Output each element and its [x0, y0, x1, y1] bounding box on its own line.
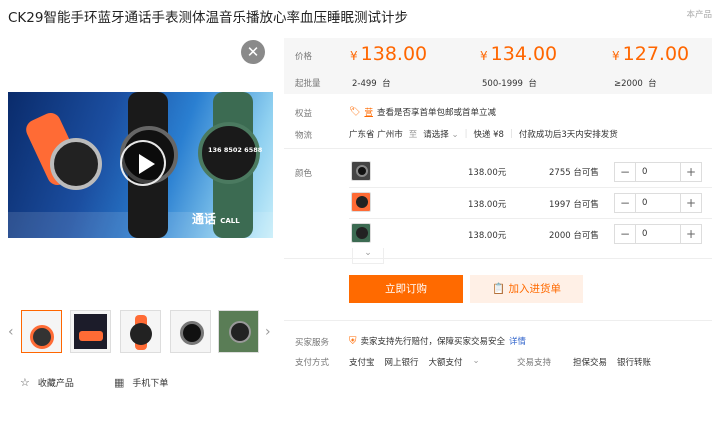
price-tier-2: ¥134.00	[480, 43, 558, 65]
thumbnail-strip: ‹ ›	[8, 310, 278, 356]
divider	[349, 218, 712, 219]
thumbnail-5[interactable]	[218, 310, 259, 353]
shield-icon: ⛨	[349, 335, 357, 347]
sku-image-2[interactable]	[351, 192, 371, 212]
plus-button-3[interactable]: +	[681, 227, 701, 241]
quantity-stepper-3: − 0 +	[614, 224, 702, 244]
thumbnail-2[interactable]	[70, 310, 111, 353]
rights-row[interactable]: 🏷 营 查看是否享首单包邮或首单立减	[349, 106, 496, 118]
mobile-order-button[interactable]: ▦ 手机下单	[114, 376, 168, 389]
chevron-down-icon: ⌄	[451, 130, 459, 140]
add-to-cart-button[interactable]: 📋 加入进货单	[470, 275, 583, 303]
logistics-label: 物流	[295, 131, 313, 141]
divider	[349, 187, 712, 188]
thumbnail-4[interactable]	[170, 310, 211, 353]
sku-price-1: 138.00元	[468, 168, 507, 178]
minus-button-3[interactable]: −	[615, 227, 635, 241]
quantity-stepper-2: − 0 +	[614, 193, 702, 213]
order-now-button[interactable]: 立即订购	[349, 275, 463, 303]
batch-label: 起批量	[295, 79, 321, 89]
add-to-cart-label: 加入进货单	[508, 283, 561, 295]
rights-label: 权益	[295, 109, 313, 119]
chevron-right-icon[interactable]: ›	[265, 324, 271, 340]
price-label: 价格	[295, 52, 313, 62]
ship-from: 广东省 广州市	[349, 130, 403, 140]
sku-price-3: 138.00元	[468, 231, 507, 241]
coupon-icon: 🏷	[349, 107, 361, 117]
orange-watch-face	[50, 138, 102, 190]
service-row: ⛨ 卖家支持先行赔付，保障买家交易安全 详情	[349, 335, 526, 348]
payment-methods: 支付宝 网上银行 大额支付 ⌄	[349, 356, 480, 368]
quantity-input-3[interactable]: 0	[635, 225, 681, 243]
trade-method: 担保交易	[573, 358, 608, 368]
clipboard-icon: 📋	[492, 283, 506, 295]
expand-sku-button[interactable]: ⌄	[352, 248, 384, 264]
rights-text: 查看是否享首单包邮或首单立减	[376, 108, 496, 118]
favorite-button[interactable]: ☆ 收藏产品	[20, 376, 74, 389]
batch-tier-1: 2-499 台	[352, 79, 391, 89]
rights-badge: 营	[364, 108, 373, 118]
product-video[interactable]: 136 8502 6588 通话 CALL	[8, 92, 273, 238]
product-title: CK29智能手环蓝牙通话手表测体温音乐播放心率血压睡眠测试计步	[8, 10, 408, 26]
sku-stock-2: 1997 台可售	[549, 200, 599, 210]
qr-code-icon: ▦	[114, 376, 125, 389]
thumbnail-1[interactable]	[21, 310, 62, 353]
mobile-order-label: 手机下单	[132, 379, 169, 389]
sku-stock-3: 2000 台可售	[549, 231, 599, 241]
price-tier-3: ¥127.00	[612, 43, 690, 65]
sku-price-2: 138.00元	[468, 200, 507, 210]
service-label: 买家服务	[295, 338, 330, 348]
divider	[284, 320, 712, 321]
sku-image-1[interactable]	[351, 161, 371, 181]
trade-method: 银行转账	[617, 358, 652, 368]
minus-button-2[interactable]: −	[615, 196, 635, 210]
batch-tier-2: 500-1999 台	[482, 79, 537, 89]
trade-label: 交易支持	[517, 358, 552, 368]
corner-note: 本产品	[686, 10, 712, 20]
sku-stock-1: 2755 台可售	[549, 168, 599, 178]
chevron-down-icon[interactable]: ⌄	[473, 356, 480, 368]
quantity-input-1[interactable]: 0	[635, 163, 681, 181]
payment-method: 大额支付	[428, 358, 463, 368]
service-detail-link[interactable]: 详情	[509, 335, 526, 347]
quantity-input-2[interactable]: 0	[635, 194, 681, 212]
color-label: 颜色	[295, 169, 313, 179]
logistics-row: 广东省 广州市 至 请选择 ⌄ | 快递 ¥8 | 付款成功后3天内安排发货	[349, 128, 618, 140]
minus-button-1[interactable]: −	[615, 165, 635, 179]
quantity-stepper-1: − 0 +	[614, 162, 702, 182]
close-button[interactable]: ✕	[241, 40, 265, 64]
batch-tier-3: ≥2000 台	[614, 79, 657, 89]
payment-method: 网上银行	[384, 358, 419, 368]
trade-methods: 担保交易 银行转账	[573, 356, 651, 368]
payment-label: 支付方式	[295, 358, 330, 368]
close-icon: ✕	[246, 43, 260, 61]
star-icon: ☆	[20, 376, 30, 389]
chevron-down-icon: ⌄	[364, 248, 372, 258]
express-fee: 快递 ¥8	[473, 130, 504, 140]
chevron-left-icon[interactable]: ‹	[8, 324, 14, 340]
divider	[284, 258, 712, 259]
plus-button-2[interactable]: +	[681, 196, 701, 210]
play-button[interactable]	[120, 140, 166, 186]
destination-select[interactable]: 请选择 ⌄	[423, 128, 458, 140]
service-text: 卖家支持先行赔付，保障买家交易安全	[360, 337, 506, 347]
video-caption: 通话 CALL	[192, 212, 240, 226]
sku-image-3[interactable]	[351, 223, 371, 243]
ship-note: 付款成功后3天内安排发货	[518, 130, 618, 140]
price-panel: 价格 ¥138.00 ¥134.00 ¥127.00 起批量 2-499 台 5…	[284, 38, 712, 94]
divider	[284, 148, 712, 149]
plus-button-1[interactable]: +	[681, 165, 701, 179]
ship-to-label: 至	[408, 130, 418, 140]
price-tier-1: ¥138.00	[350, 43, 428, 65]
favorite-label: 收藏产品	[37, 379, 74, 389]
watch-screen-text: 136 8502 6588	[208, 146, 263, 154]
payment-method: 支付宝	[349, 358, 375, 368]
thumbnail-3[interactable]	[120, 310, 161, 353]
